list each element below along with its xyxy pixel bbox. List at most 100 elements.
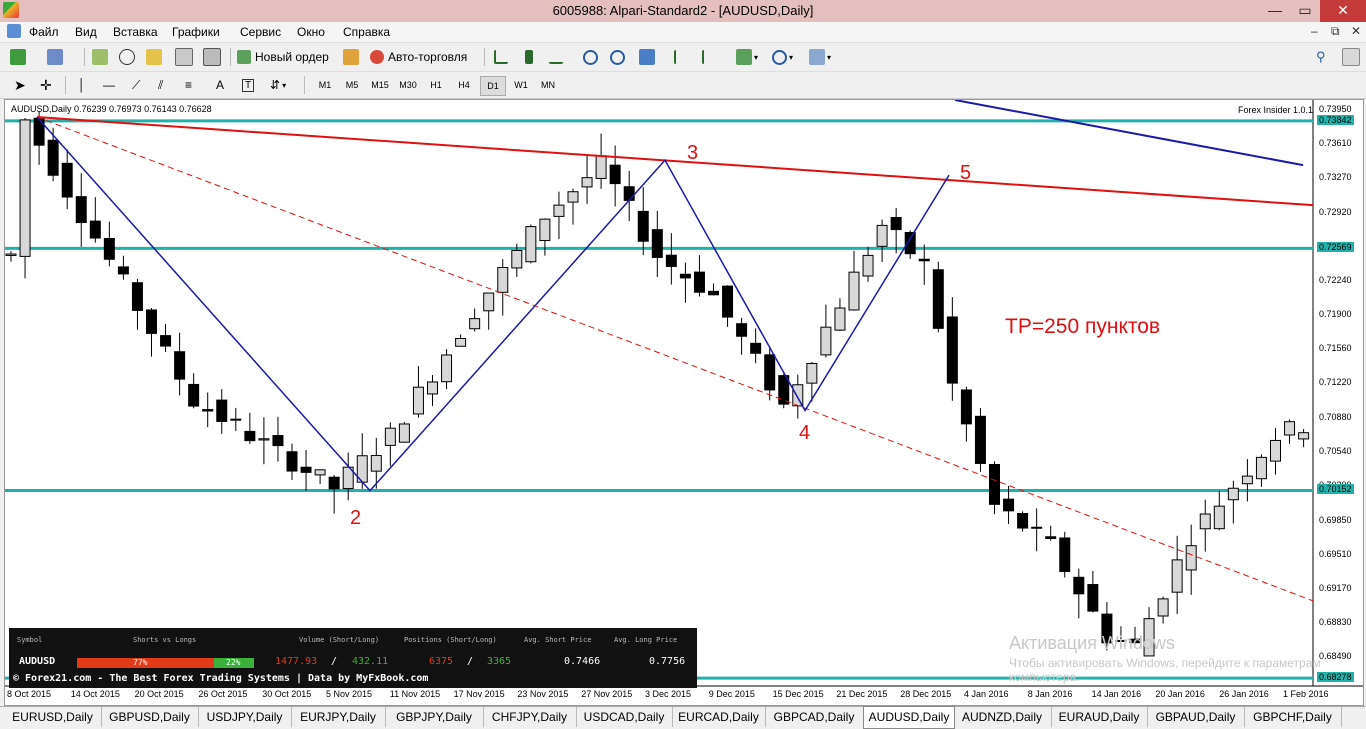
community-button[interactable] <box>1342 47 1360 67</box>
chart-info: AUDUSD,Daily 0.76239 0.76973 0.76143 0.7… <box>11 104 212 114</box>
search-button[interactable]: ⚲ <box>1316 47 1326 67</box>
price-tick-label: 0.70880 <box>1319 411 1352 422</box>
new-chart-button[interactable] <box>10 47 26 67</box>
price-chart[interactable] <box>5 100 1363 705</box>
candle-body <box>834 307 846 331</box>
zoom-out-button[interactable] <box>610 47 625 67</box>
level-price-label: 0.72569 <box>1317 242 1354 253</box>
indicators-button[interactable]: ▾ <box>736 47 758 67</box>
candle-body <box>511 249 523 269</box>
navigator-icon <box>146 49 162 65</box>
candlestick-button[interactable] <box>521 47 533 67</box>
price-tick-label: 0.71220 <box>1319 377 1352 388</box>
price-tick-label: 0.71560 <box>1319 343 1352 354</box>
tf-d1[interactable]: D1 <box>480 76 506 96</box>
price-tick-label: 0.72240 <box>1319 275 1352 286</box>
child-minimize-button[interactable]: – <box>1311 24 1318 38</box>
text-label-button[interactable]: T <box>242 75 255 95</box>
fibonacci-icon: ≡ <box>185 78 193 92</box>
auto-trading-icon <box>370 50 384 64</box>
tf-m5[interactable]: M5 <box>340 76 364 94</box>
candle-body <box>286 451 298 472</box>
candle-body <box>272 435 284 447</box>
tf-m30[interactable]: M30 <box>396 76 420 94</box>
chart-shift-button[interactable] <box>702 47 716 67</box>
chart-tab[interactable]: EURUSD,Daily <box>4 707 102 727</box>
bar-chart-button[interactable] <box>494 47 508 67</box>
tf-w1[interactable]: W1 <box>509 76 533 94</box>
candle-body <box>1157 598 1169 617</box>
chart-tab[interactable]: EURCAD,Daily <box>672 707 766 727</box>
price-tick-label: 0.71900 <box>1319 309 1352 320</box>
metaeditor-button[interactable] <box>343 47 359 67</box>
chart-tab[interactable]: USDJPY,Daily <box>198 707 292 727</box>
minimize-button[interactable]: — <box>1260 0 1290 22</box>
chart-tab[interactable]: GBPAUD,Daily <box>1147 707 1245 727</box>
chart-tab[interactable]: GBPCHF,Daily <box>1244 707 1342 727</box>
candle-body <box>103 238 115 260</box>
tile-windows-button[interactable] <box>639 47 655 67</box>
chart-tab[interactable]: AUDUSD,Daily <box>863 706 955 729</box>
menu-charts[interactable]: Графики <box>172 25 220 39</box>
candle-body <box>1017 513 1029 529</box>
profiles-button[interactable] <box>47 47 63 67</box>
search-icon: ⚲ <box>1316 49 1326 64</box>
arrows-button[interactable]: ⇵ ▾ <box>270 75 286 95</box>
child-restore-button[interactable]: ⧉ <box>1331 24 1340 39</box>
cursor-button[interactable]: ➤ <box>14 75 26 95</box>
auto-trading-button[interactable]: Авто-торговля <box>370 47 467 67</box>
date-tick-label: 15 Dec 2015 <box>772 689 824 699</box>
chart-tab[interactable]: GBPCAD,Daily <box>765 707 864 727</box>
tf-h1[interactable]: H1 <box>424 76 448 94</box>
chart-tab[interactable]: USDCAD,Daily <box>576 707 673 727</box>
candle-body <box>370 455 382 472</box>
child-close-button[interactable]: ✕ <box>1351 24 1361 38</box>
line-studies-toolbar: ➤ ✛ │ — ⟋ ⫽ ≡ A T ⇵ ▾ M1 M5 M15 M30 H1 H4… <box>0 72 1366 99</box>
trendline-button[interactable]: ⟋ <box>132 75 140 95</box>
menu-file[interactable]: Файл <box>29 25 59 39</box>
auto-scroll-button[interactable] <box>674 47 688 67</box>
maximize-button[interactable]: ▭ <box>1290 0 1320 22</box>
chart-tab[interactable]: CHFJPY,Daily <box>483 707 577 727</box>
menu-window[interactable]: Окно <box>297 25 325 39</box>
menu-help[interactable]: Справка <box>343 25 390 39</box>
menu-tools[interactable]: Сервис <box>240 25 281 39</box>
menu-insert[interactable]: Вставка <box>113 25 158 39</box>
horizontal-line-button[interactable]: — <box>103 75 115 95</box>
chart-tab[interactable]: EURAUD,Daily <box>1051 707 1148 727</box>
close-button[interactable]: ✕ <box>1320 0 1366 22</box>
tf-mn[interactable]: MN <box>536 76 560 94</box>
new-chart-icon <box>10 49 26 65</box>
tf-m15[interactable]: M15 <box>368 76 392 94</box>
chart-window[interactable]: AUDUSD,Daily 0.76239 0.76973 0.76143 0.7… <box>4 99 1364 706</box>
menu-view[interactable]: Вид <box>75 25 97 39</box>
terminal-button[interactable] <box>175 47 193 67</box>
chart-tab[interactable]: EURJPY,Daily <box>291 707 386 727</box>
line-chart-button[interactable] <box>549 47 563 67</box>
market-watch-button[interactable] <box>92 47 108 67</box>
text-button[interactable]: A <box>216 75 224 95</box>
tf-m1[interactable]: M1 <box>313 76 337 94</box>
crosshair-button[interactable]: ✛ <box>40 75 52 95</box>
data-window-button[interactable] <box>119 47 135 67</box>
zoom-in-button[interactable] <box>583 47 598 67</box>
channel-button[interactable]: ⫽ <box>158 75 163 95</box>
fibonacci-button[interactable]: ≡ <box>185 75 192 95</box>
candle-body <box>47 139 59 176</box>
candle-body <box>427 381 438 395</box>
chart-tab[interactable]: GBPUSD,Daily <box>101 707 199 727</box>
candle-body <box>665 254 677 267</box>
navigator-button[interactable] <box>146 47 162 67</box>
periods-button[interactable]: ▾ <box>772 47 793 67</box>
sentiment-panel: Symbol Shorts vs Longs Volume (Short/Lon… <box>9 628 697 688</box>
templates-button[interactable]: ▾ <box>809 47 831 67</box>
new-order-button[interactable]: Новый ордер <box>237 47 329 67</box>
tf-h4[interactable]: H4 <box>452 76 476 94</box>
chart-tab[interactable]: GBPJPY,Daily <box>385 707 484 727</box>
tester-button[interactable] <box>203 47 221 67</box>
chart-tab[interactable]: AUDNZD,Daily <box>953 707 1052 727</box>
chart-shift-icon <box>702 50 716 64</box>
candle-body <box>1270 439 1281 462</box>
line-chart-icon <box>549 50 563 64</box>
vertical-line-button[interactable]: │ <box>78 75 86 95</box>
